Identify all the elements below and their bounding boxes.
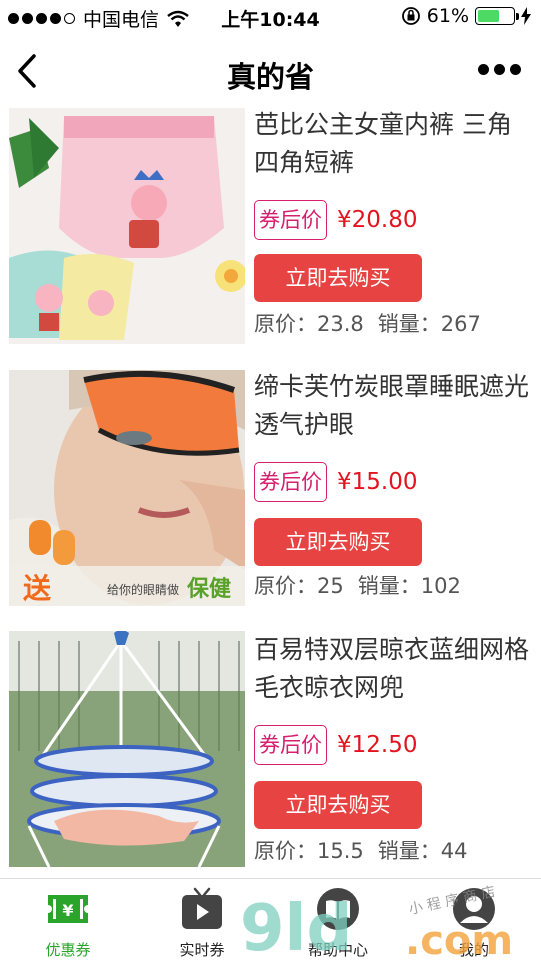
coupon-price: ¥15.00 — [337, 469, 418, 495]
product-title[interactable]: 百易特双层晾衣蓝细网格毛衣晾衣网兜 — [254, 631, 529, 707]
product-card[interactable]: 芭比公主女童内裤 三角四角短裤 券后价 ¥20.80 立即去购买 原价：23.8… — [0, 106, 541, 356]
product-card[interactable]: 送 给你的眼睛做 保健 缔卡芙竹炭眼罩睡眠遮光透气护眼 券后价 ¥15.00 立… — [0, 368, 541, 618]
product-list[interactable]: 芭比公主女童内裤 三角四角短裤 券后价 ¥20.80 立即去购买 原价：23.8… — [0, 106, 541, 878]
product-meta: 原价：23.8 销量：267 — [254, 308, 481, 338]
product-image-eye-mask[interactable]: 送 给你的眼睛做 保健 — [9, 370, 245, 606]
product-title[interactable]: 缔卡芙竹炭眼罩睡眠遮光透气护眼 — [254, 368, 529, 444]
status-right: 61% — [401, 5, 531, 27]
image-highlight-text: 保健 — [186, 576, 231, 601]
coupon-tag: 券后价 — [254, 462, 327, 502]
book-icon — [317, 888, 359, 930]
product-meta: 原价：15.5 销量：44 — [254, 835, 468, 865]
image-slogan-text: 给你的眼睛做 — [107, 582, 179, 597]
coupon-tag: 券后价 — [254, 200, 327, 240]
status-bar: 中国电信 上午10:44 61% — [0, 0, 541, 36]
tab-label: 优惠券 — [45, 941, 91, 959]
sales-count: 销量：44 — [377, 839, 468, 863]
coupon-price: ¥12.50 — [337, 732, 418, 758]
svg-text:¥: ¥ — [62, 901, 73, 920]
orientation-lock-icon — [401, 7, 420, 25]
original-price: 原价：15.5 — [254, 839, 364, 863]
user-icon — [453, 888, 495, 930]
coupon-icon: ¥ — [48, 895, 88, 923]
product-meta: 原价：25 销量：102 — [254, 570, 461, 600]
coupon-price-row: 券后价 ¥12.50 — [254, 725, 417, 765]
product-image-underwear[interactable] — [9, 108, 245, 344]
play-icon — [182, 887, 222, 929]
buy-now-button[interactable]: 立即去购买 — [254, 254, 422, 302]
sales-count: 销量：267 — [377, 312, 481, 336]
battery-icon — [475, 7, 519, 25]
tab-label: 帮助中心 — [307, 941, 368, 959]
battery-percent: 61% — [426, 5, 469, 27]
coupon-price-row: 券后价 ¥20.80 — [254, 200, 417, 240]
coupon-price: ¥20.80 — [337, 207, 418, 233]
original-price: 原价：23.8 — [254, 312, 364, 336]
sales-count: 销量：102 — [357, 574, 461, 598]
product-title[interactable]: 芭比公主女童内裤 三角四角短裤 — [254, 106, 529, 182]
buy-now-button[interactable]: 立即去购买 — [254, 518, 422, 566]
charging-bolt-icon — [521, 7, 531, 25]
original-price: 原价：25 — [254, 574, 344, 598]
buy-now-button[interactable]: 立即去购买 — [254, 781, 422, 829]
navigation-bar: 真的省 — [0, 36, 541, 106]
product-card[interactable]: 百易特双层晾衣蓝细网格毛衣晾衣网兜 券后价 ¥12.50 立即去购买 原价：15… — [0, 631, 541, 878]
tab-live-coupons[interactable]: 实时券 — [152, 887, 252, 959]
tab-help-center[interactable]: 帮助中心 — [288, 887, 388, 959]
bottom-tab-bar: ¥ 优惠券 实时券 帮助中心 我的 — [0, 878, 541, 960]
tab-label: 我的 — [458, 941, 489, 959]
coupon-price-row: 券后价 ¥15.00 — [254, 462, 417, 502]
tab-coupons[interactable]: ¥ 优惠券 — [18, 887, 118, 959]
tab-label: 实时券 — [179, 941, 225, 959]
product-image-drying-net[interactable] — [9, 631, 245, 867]
coupon-tag: 券后价 — [254, 725, 327, 765]
tab-mine[interactable]: 我的 — [424, 887, 524, 959]
page-title: 真的省 — [226, 60, 314, 94]
battery-level — [478, 10, 499, 22]
image-gift-text: 送 — [23, 573, 51, 604]
more-options-icon[interactable] — [478, 64, 521, 75]
